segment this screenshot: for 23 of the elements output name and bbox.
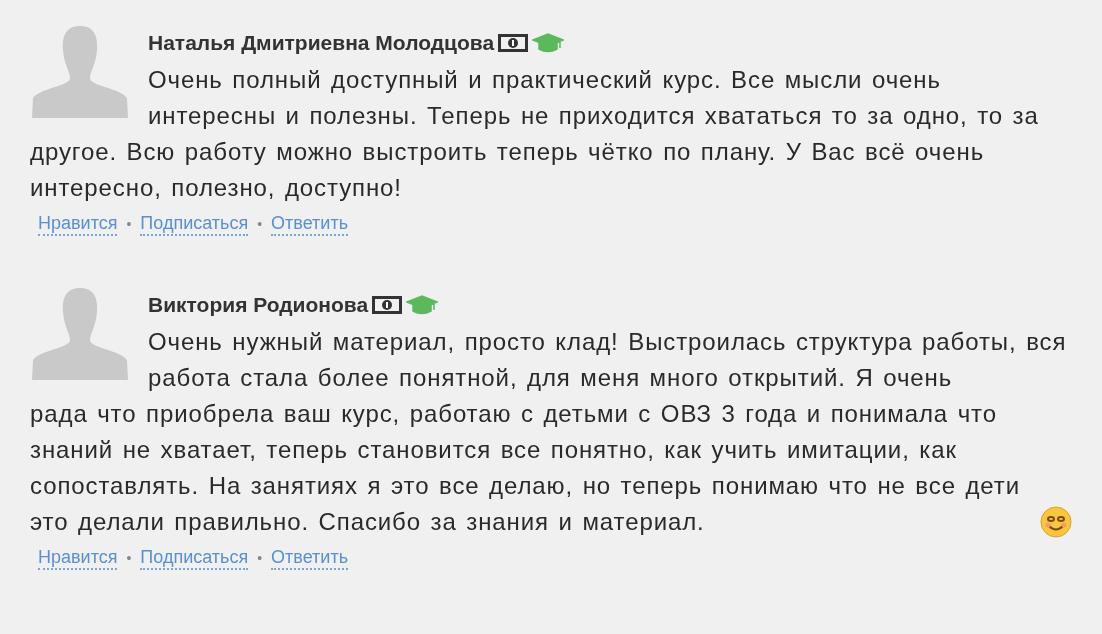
avatar-icon: [30, 26, 130, 118]
separator-dot: •: [257, 550, 263, 566]
separator-dot: •: [126, 550, 132, 566]
author-name: Виктория Родионова: [148, 293, 369, 317]
comment-text: другое. Всю работу можно выстроить теперь чётко по плану. У Вас всё очень интересно, полезно, доступно!: [30, 137, 986, 203]
comment-text: Очень полный доступный и практический курс. Все мысли очень интересны и полезны. Теперь не приходится хвататься то за одно, то за: [148, 66, 1039, 129]
action-link[interactable]: Подписаться: [140, 546, 249, 570]
action-link[interactable]: Нравится: [38, 212, 118, 236]
comment-text: рада что приобрела ваш курс, работаю с детьми с ОВЗ 3 года и понимала что знаний не хватает, теперь становится все понятно, как учить имитации, как сопоставлять. На занятиях я это все делаю, но теперь понимаю что не все дети это делали правильно. Спасибо за знания и материал.: [30, 399, 1022, 537]
banknote-icon: [498, 33, 529, 53]
author-name: Наталья Дмитриевна Молодцова: [148, 31, 495, 55]
action-link[interactable]: Подписаться: [140, 212, 249, 236]
banknote-icon: [372, 295, 403, 315]
separator-dot: •: [257, 216, 263, 232]
action-link[interactable]: Ответить: [271, 546, 349, 570]
avatar-icon: [30, 288, 130, 380]
comment-text: Очень нужный материал, просто клад! Выстроилась структура работы, вся работа стала более понятной, для меня много открытий. Я очень: [148, 328, 1067, 391]
action-link[interactable]: Нравится: [38, 546, 118, 570]
graduation-cap-icon: [532, 32, 565, 54]
separator-dot: •: [126, 216, 132, 232]
action-link[interactable]: Ответить: [271, 212, 349, 236]
smiley-icon: [1040, 506, 1072, 538]
graduation-cap-icon: [406, 294, 439, 316]
